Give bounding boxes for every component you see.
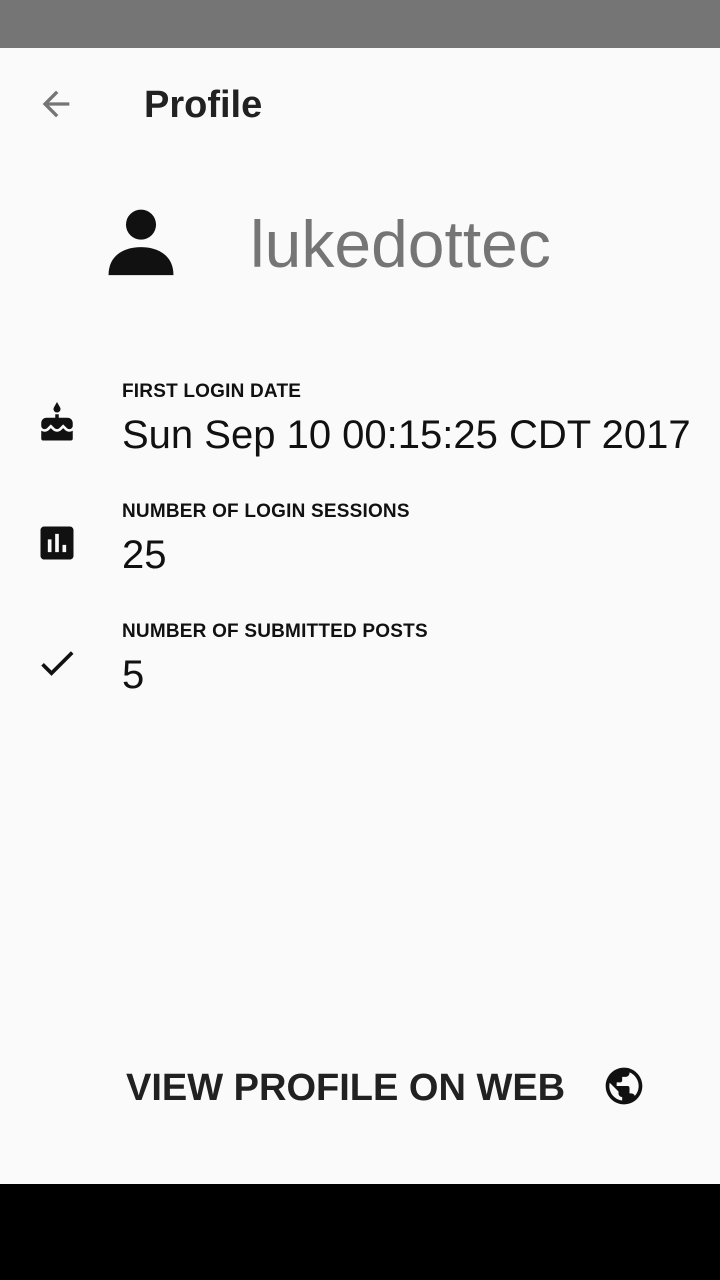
stat-label: NUMBER OF SUBMITTED POSTS — [122, 621, 428, 642]
check-icon — [34, 640, 80, 686]
stat-value: 25 — [122, 533, 167, 577]
stat-first-login: FIRST LOGIN DATE Sun Sep 10 00:15:25 CDT… — [0, 380, 720, 490]
page-title: Profile — [144, 84, 263, 126]
stat-value: Sun Sep 10 00:15:25 CDT 2017 — [122, 413, 691, 457]
stat-label: FIRST LOGIN DATE — [122, 381, 302, 402]
person-icon — [108, 209, 174, 276]
back-button[interactable] — [24, 72, 88, 136]
view-profile-on-web-button[interactable]: VIEW PROFILE ON WEB — [110, 1050, 670, 1126]
globe-icon — [605, 1067, 643, 1105]
stat-label: NUMBER OF LOGIN SESSIONS — [122, 501, 410, 522]
bar-chart-icon — [34, 520, 80, 566]
stat-value: 5 — [122, 653, 145, 697]
arrow-left-icon — [42, 90, 70, 118]
stat-submitted-posts: NUMBER OF SUBMITTED POSTS 5 — [0, 620, 720, 730]
stat-login-sessions: NUMBER OF LOGIN SESSIONS 25 — [0, 500, 720, 610]
cake-icon — [34, 400, 80, 446]
status-bar — [0, 0, 720, 48]
app-bar: Profile — [0, 48, 720, 160]
user-header: lukedottec — [0, 190, 720, 300]
navigation-bar — [0, 1184, 720, 1280]
view-profile-label: VIEW PROFILE ON WEB — [126, 1067, 566, 1109]
username: lukedottec — [250, 207, 551, 281]
